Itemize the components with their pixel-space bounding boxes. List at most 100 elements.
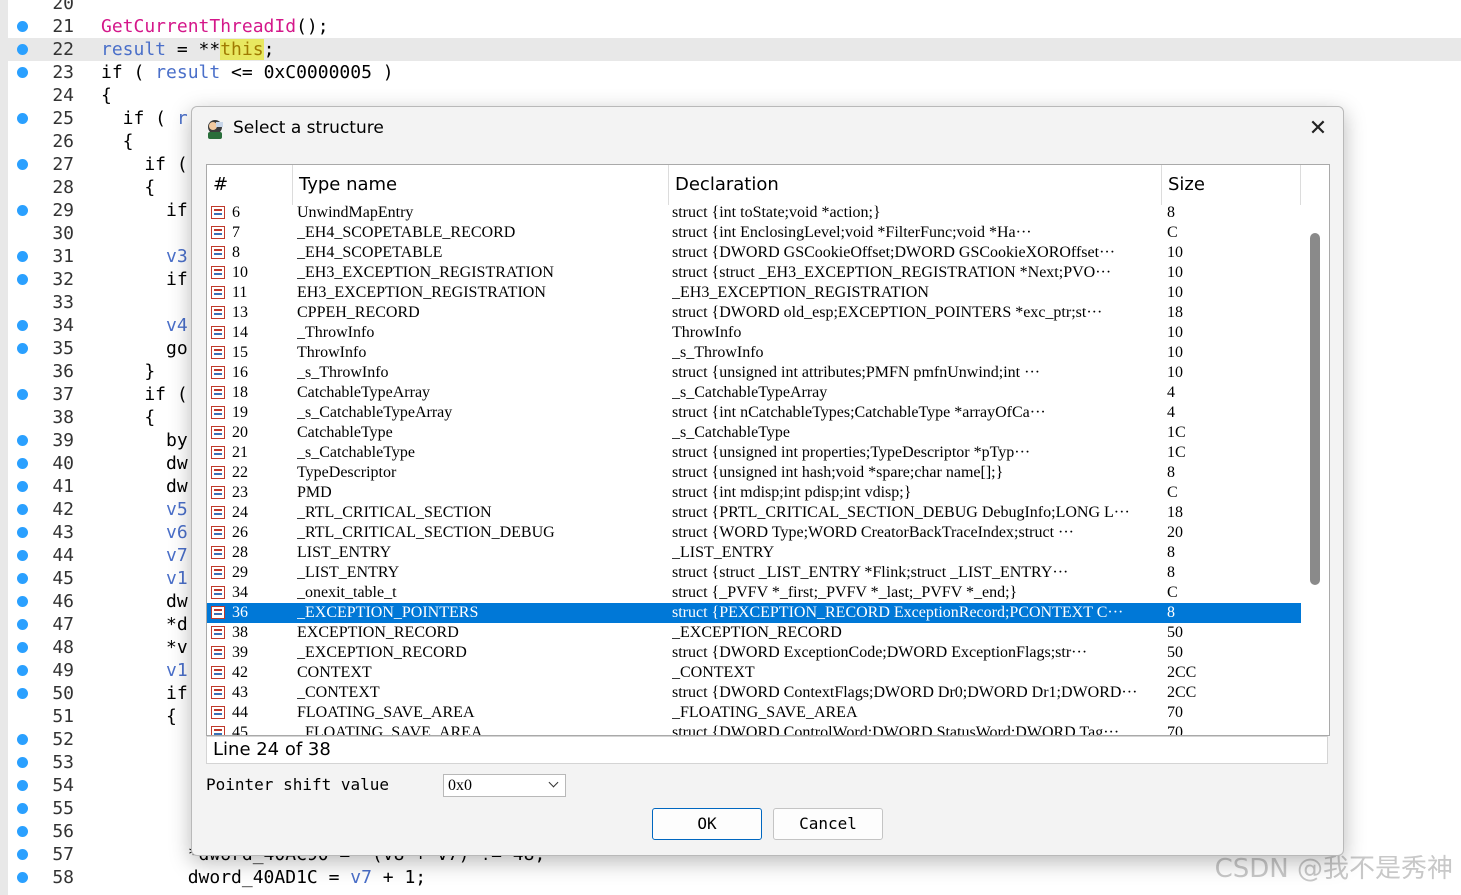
breakpoint-dot-icon[interactable] xyxy=(17,826,28,837)
row-number: 26 xyxy=(232,524,248,541)
breakpoint-dot-icon[interactable] xyxy=(17,619,28,630)
breakpoint-dot-icon[interactable] xyxy=(17,67,28,78)
line-number: 49 xyxy=(52,660,74,681)
breakpoint-dot-icon[interactable] xyxy=(17,274,28,285)
code-line[interactable]: 22 result = **this; xyxy=(0,38,1461,61)
table-row[interactable]: 28 LIST_ENTRY _LIST_ENTRY 8 xyxy=(207,543,1301,563)
column-header-number[interactable]: # xyxy=(207,165,293,205)
line-number: 54 xyxy=(52,775,74,796)
breakpoint-dot-icon[interactable] xyxy=(17,458,28,469)
table-row[interactable]: 13 CPPEH_RECORD struct {DWORD old_esp;EXCE… xyxy=(207,303,1301,323)
structure-list[interactable]: # Type name Declaration Size 6 UnwindMapE… xyxy=(206,164,1330,736)
breakpoint-dot-icon[interactable] xyxy=(17,44,28,55)
breakpoint-dot-icon[interactable] xyxy=(17,642,28,653)
table-row[interactable]: 16 _s_ThrowInfo struct {unsigned int attri… xyxy=(207,363,1301,383)
line-number: 36 xyxy=(52,361,74,382)
breakpoint-dot-icon[interactable] xyxy=(17,389,28,400)
breakpoint-dot-icon[interactable] xyxy=(17,159,28,170)
table-row[interactable]: 26 _RTL_CRITICAL_SECTION_DEBUG struct {WOR… xyxy=(207,523,1301,543)
line-number: 47 xyxy=(52,614,74,635)
breakpoint-dot-icon[interactable] xyxy=(17,504,28,515)
table-row[interactable]: 21 _s_CatchableType struct {unsigned int p… xyxy=(207,443,1301,463)
column-header-type-name[interactable]: Type name xyxy=(293,165,669,205)
code-token: r xyxy=(176,108,188,129)
table-row[interactable]: 6 UnwindMapEntry struct {int toState;void … xyxy=(207,203,1301,223)
select-structure-dialog: Select a structure ✕ # Type name Declara… xyxy=(191,106,1344,856)
breakpoint-dot-icon[interactable] xyxy=(17,435,28,446)
breakpoint-dot-icon[interactable] xyxy=(17,573,28,584)
breakpoint-dot-icon[interactable] xyxy=(17,205,28,216)
breakpoint-dot-icon[interactable] xyxy=(17,734,28,745)
table-row-selected[interactable]: 36 _EXCEPTION_POINTERS struct {PEXCEPTION_… xyxy=(207,603,1301,623)
breakpoint-dot-icon[interactable] xyxy=(17,688,28,699)
table-row[interactable]: 11 EH3_EXCEPTION_REGISTRATION _EH3_EXCEPTI… xyxy=(207,283,1301,303)
row-size: 50 xyxy=(1167,644,1183,661)
scrollbar-thumb[interactable] xyxy=(1310,233,1320,585)
breakpoint-dot-icon[interactable] xyxy=(17,780,28,791)
code-line[interactable]: 20 xyxy=(0,0,1461,15)
dialog-titlebar[interactable]: Select a structure ✕ xyxy=(192,107,1343,149)
column-header-declaration[interactable]: Declaration xyxy=(669,165,1162,205)
breakpoint-dot-icon[interactable] xyxy=(17,665,28,676)
table-row[interactable]: 8 _EH4_SCOPETABLE struct {DWORD GSCookieOf… xyxy=(207,243,1301,263)
table-row[interactable]: 7 _EH4_SCOPETABLE_RECORD struct {int Enclo… xyxy=(207,223,1301,243)
column-header-size[interactable]: Size xyxy=(1162,165,1301,205)
pointer-shift-dropdown[interactable]: 0x0 xyxy=(443,774,566,797)
table-row[interactable]: 45 _FLOATING_SAVE_AREA struct {DWORD Contr… xyxy=(207,723,1301,735)
row-number: 21 xyxy=(232,444,248,461)
row-number: 7 xyxy=(232,224,240,241)
table-row[interactable]: 14 _ThrowInfo ThrowInfo 10 xyxy=(207,323,1301,343)
code-token: if ( xyxy=(101,108,177,129)
code-line[interactable]: 23 if ( result <= 0xC0000005 ) xyxy=(0,61,1461,84)
table-row[interactable]: 10 _EH3_EXCEPTION_REGISTRATION struct {str… xyxy=(207,263,1301,283)
close-icon[interactable]: ✕ xyxy=(1305,116,1331,142)
code-text: if ( xyxy=(101,153,187,176)
table-row[interactable]: 24 _RTL_CRITICAL_SECTION struct {PRTL_CRIT… xyxy=(207,503,1301,523)
ok-button[interactable]: OK xyxy=(652,808,762,840)
breakpoint-dot-icon[interactable] xyxy=(17,343,28,354)
code-token: v3 xyxy=(101,246,188,267)
table-row[interactable]: 18 CatchableTypeArray _s_CatchableTypeArra… xyxy=(207,383,1301,403)
table-row[interactable]: 34 _onexit_table_t struct {_PVFV *_first;_… xyxy=(207,583,1301,603)
table-row[interactable]: 20 CatchableType _s_CatchableType 1C xyxy=(207,423,1301,443)
row-type-name: _EH4_SCOPETABLE xyxy=(297,244,443,261)
breakpoint-dot-icon[interactable] xyxy=(17,251,28,262)
breakpoint-dot-icon[interactable] xyxy=(17,21,28,32)
breakpoint-dot-icon[interactable] xyxy=(17,481,28,492)
table-row[interactable]: 39 _EXCEPTION_RECORD struct {DWORD Excepti… xyxy=(207,643,1301,663)
table-row[interactable]: 22 TypeDescriptor struct {unsigned int has… xyxy=(207,463,1301,483)
structure-icon xyxy=(211,446,225,459)
line-number: 24 xyxy=(52,85,74,106)
breakpoint-dot-icon[interactable] xyxy=(17,550,28,561)
row-declaration: _CONTEXT xyxy=(672,664,755,681)
cancel-button[interactable]: Cancel xyxy=(773,808,883,840)
line-number: 35 xyxy=(52,338,74,359)
breakpoint-dot-icon[interactable] xyxy=(17,320,28,331)
breakpoint-dot-icon[interactable] xyxy=(17,596,28,607)
code-line[interactable]: 21 GetCurrentThreadId(); xyxy=(0,15,1461,38)
breakpoint-dot-icon[interactable] xyxy=(17,757,28,768)
row-size: 10 xyxy=(1167,284,1183,301)
table-row[interactable]: 23 PMD struct {int mdisp;int pdisp;int vdi… xyxy=(207,483,1301,503)
table-row[interactable]: 38 EXCEPTION_RECORD _EXCEPTION_RECORD 50 xyxy=(207,623,1301,643)
breakpoint-dot-icon[interactable] xyxy=(17,803,28,814)
row-number: 34 xyxy=(232,584,248,601)
line-number: 52 xyxy=(52,729,74,750)
row-declaration: struct {struct _LIST_ENTRY *Flink;struct… xyxy=(672,564,1069,581)
breakpoint-dot-icon[interactable] xyxy=(17,527,28,538)
code-line[interactable]: 24 { xyxy=(0,84,1461,107)
code-token: go xyxy=(101,338,188,359)
table-row[interactable]: 19 _s_CatchableTypeArray struct {int nCatc… xyxy=(207,403,1301,423)
code-token: { xyxy=(101,177,156,198)
breakpoint-dot-icon[interactable] xyxy=(17,872,28,883)
breakpoint-dot-icon[interactable] xyxy=(17,113,28,124)
code-text: if ( xyxy=(101,383,187,406)
table-row[interactable]: 43 _CONTEXT struct {DWORD ContextFlags;DWO… xyxy=(207,683,1301,703)
table-row[interactable]: 42 CONTEXT _CONTEXT 2CC xyxy=(207,663,1301,683)
structure-icon xyxy=(211,406,225,419)
table-row[interactable]: 29 _LIST_ENTRY struct {struct _LIST_ENTRY … xyxy=(207,563,1301,583)
table-row[interactable]: 15 ThrowInfo _s_ThrowInfo 10 xyxy=(207,343,1301,363)
list-scrollbar[interactable] xyxy=(1303,165,1329,735)
table-row[interactable]: 44 FLOATING_SAVE_AREA _FLOATING_SAVE_AREA 7… xyxy=(207,703,1301,723)
breakpoint-dot-icon[interactable] xyxy=(17,849,28,860)
